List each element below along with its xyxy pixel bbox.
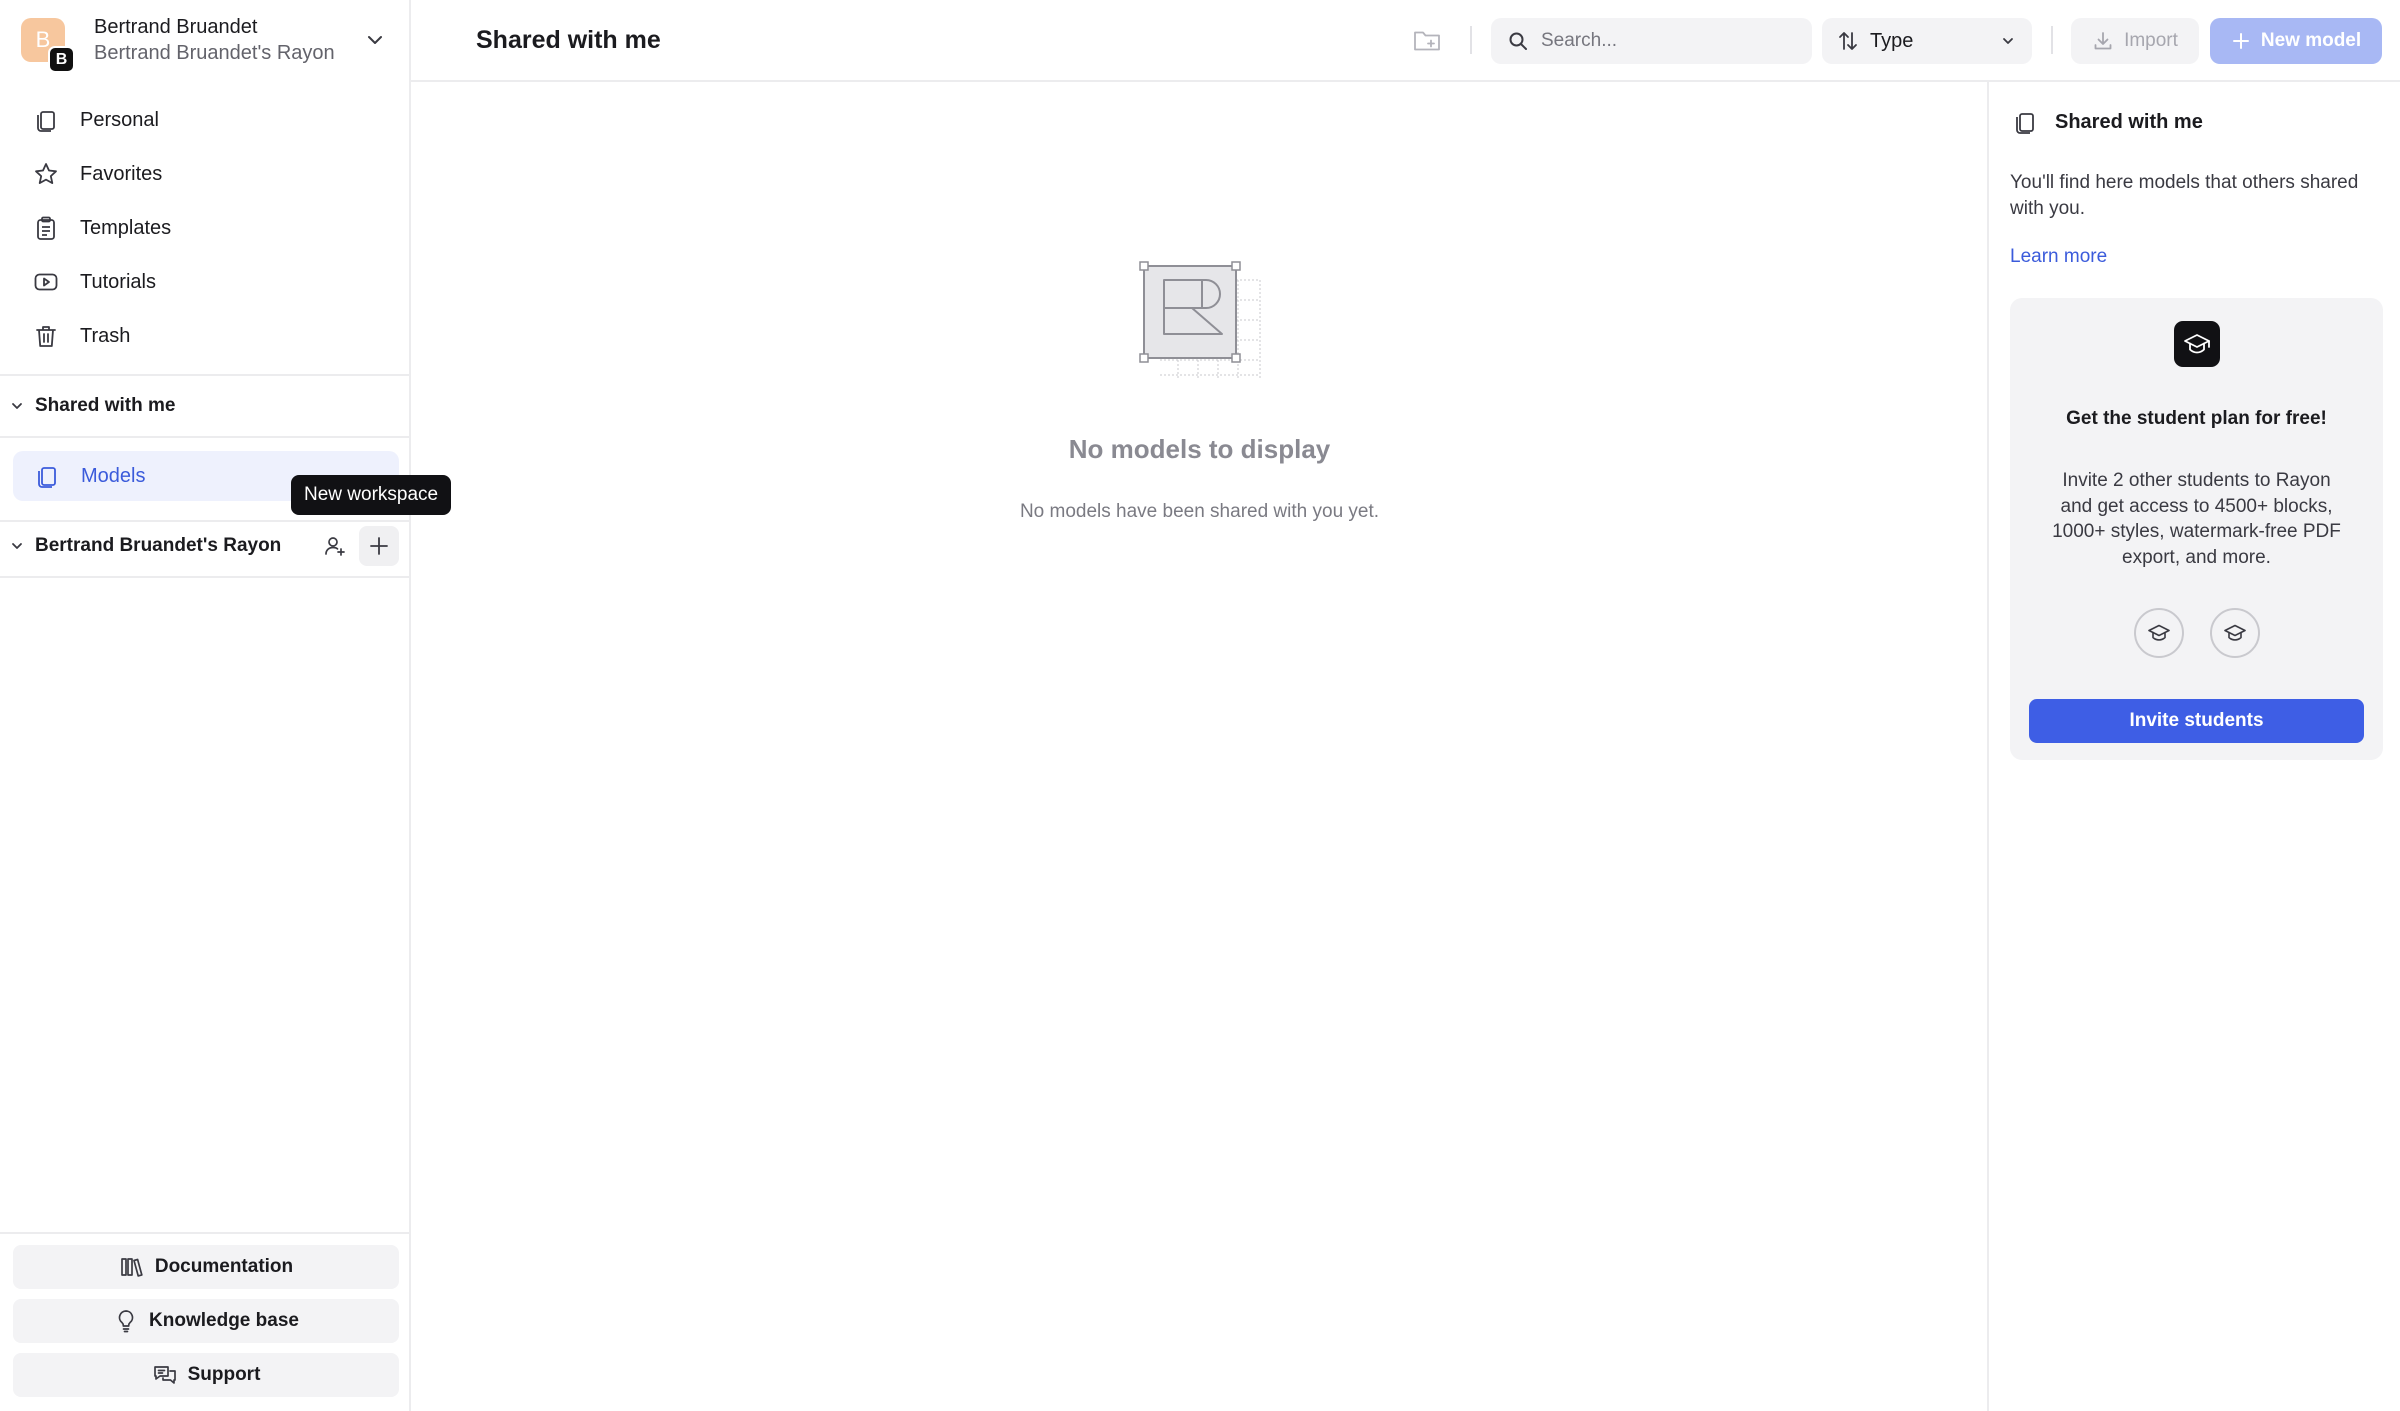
account-workspace: Bertrand Bruandet's Rayon: [94, 42, 335, 64]
workspace-section-header[interactable]: Bertrand Bruandet's Rayon: [0, 526, 409, 566]
workspace-badge: B: [48, 46, 75, 73]
sort-icon: [1839, 32, 1857, 50]
library-icon: [121, 1258, 143, 1277]
chevron-down-icon: [2003, 38, 2013, 44]
topbar: Shared with me Type Import New model: [411, 0, 2400, 82]
toolbar-separator: [2051, 26, 2053, 54]
sidebar-item-tutorials[interactable]: Tutorials: [12, 255, 398, 309]
sidebar-item-personal[interactable]: Personal: [12, 93, 398, 147]
plus-icon: [2232, 33, 2249, 49]
knowledge-base-button[interactable]: Knowledge base: [13, 1299, 399, 1343]
files-icon: [38, 467, 56, 488]
empty-models-illustration: [1139, 261, 1261, 380]
sidebar-item-label: Tutorials: [80, 270, 156, 293]
empty-state-title: No models to display: [1068, 434, 1331, 464]
student-plan-card: Get the student plan for free! Invite 2 …: [2010, 298, 2383, 760]
files-icon: [2016, 113, 2034, 134]
sidebar-item-label: Favorites: [80, 162, 163, 185]
search-icon: [1509, 32, 1527, 50]
account-switcher[interactable]: B B Bertrand Bruandet Bertrand Bruandet'…: [0, 0, 409, 80]
documentation-label: Documentation: [154, 1256, 294, 1277]
info-panel-description: You'll find here models that others shar…: [2010, 172, 2359, 219]
workspace-actions: [315, 526, 399, 566]
sidebar-item-label: Personal: [80, 108, 159, 131]
invite-slot: [2133, 608, 2184, 658]
sidebar-divider: [0, 1232, 409, 1234]
shared-section-header[interactable]: Shared with me: [0, 386, 409, 426]
sidebar-divider: [0, 436, 409, 438]
help-links: Documentation Knowledge base Support: [13, 1245, 399, 1407]
invite-students-button[interactable]: Invite students: [2029, 699, 2364, 743]
chat-icon: [153, 1366, 176, 1384]
page-title: Shared with me: [476, 26, 661, 54]
clipboard-icon: [37, 216, 55, 240]
invite-slots: [2010, 608, 2383, 658]
lightbulb-icon: [118, 1310, 134, 1333]
type-select-label: Type: [1870, 29, 1914, 52]
sidebar-item-label: Templates: [80, 216, 172, 239]
promo-text: Invite 2 other students to Rayon and get…: [2052, 470, 2341, 568]
documentation-button[interactable]: Documentation: [13, 1245, 399, 1289]
empty-state-subtitle: No models have been shared with you yet.: [1019, 501, 1380, 522]
invite-member-button[interactable]: [315, 526, 355, 566]
graduation-cap-icon: [2223, 624, 2246, 641]
info-panel-title: Shared with me: [2055, 110, 2203, 133]
graduation-cap-icon: [2174, 321, 2220, 367]
chevron-down-icon: [12, 403, 22, 409]
account-text: Bertrand Bruandet Bertrand Bruandet's Ra…: [94, 14, 335, 66]
sidebar-divider: [0, 374, 409, 376]
sidebar-divider: [0, 520, 409, 522]
search-input[interactable]: [1541, 30, 1801, 52]
search-box[interactable]: [1491, 18, 1812, 64]
promo-title: Get the student plan for free!: [2066, 408, 2327, 429]
support-label: Support: [187, 1364, 261, 1385]
main-content: No models to display No models have been…: [411, 82, 1988, 1411]
section-title: Shared with me: [35, 395, 176, 416]
invite-slot: [2209, 608, 2260, 658]
section-title: Bertrand Bruandet's Rayon: [35, 535, 282, 556]
sidebar-item-templates[interactable]: Templates: [12, 201, 398, 255]
trash-icon: [36, 326, 56, 347]
chevron-down-icon[interactable]: [363, 28, 387, 52]
import-button[interactable]: Import: [2071, 18, 2199, 64]
new-folder-icon[interactable]: [1411, 24, 1443, 56]
learn-more-link[interactable]: Learn more: [2010, 246, 2107, 268]
sidebar-item-trash[interactable]: Trash: [12, 309, 398, 363]
new-workspace-button[interactable]: [359, 526, 399, 566]
type-sort-select[interactable]: Type: [1822, 18, 2032, 64]
sidebar-divider: [0, 576, 409, 578]
support-button[interactable]: Support: [13, 1353, 399, 1397]
plus-icon: [370, 537, 388, 555]
app: B B Bertrand Bruandet Bertrand Bruandet'…: [0, 0, 2400, 1411]
sidebar-item-favorites[interactable]: Favorites: [12, 147, 398, 201]
toolbar-separator: [1470, 26, 1472, 54]
download-icon: [2094, 32, 2112, 50]
sidebar-nav: Personal Favorites Templates Tutorials T…: [12, 93, 398, 363]
info-panel-header: Shared with me: [2011, 108, 2203, 136]
new-model-label: New model: [2260, 30, 2362, 51]
files-icon: [37, 111, 55, 132]
star-icon: [35, 163, 57, 184]
add-user-icon: [325, 537, 345, 556]
sidebar-item-label: Trash: [80, 324, 131, 347]
avatar: B B: [21, 18, 75, 73]
knowledge-base-label: Knowledge base: [149, 1310, 299, 1331]
new-model-button[interactable]: New model: [2210, 18, 2382, 64]
account-name: Bertrand Bruandet: [94, 16, 258, 38]
import-label: Import: [2124, 30, 2178, 51]
graduation-cap-icon: [2147, 624, 2170, 641]
sidebar-item-label: Models: [81, 464, 146, 487]
sidebar: B B Bertrand Bruandet Bertrand Bruandet'…: [0, 0, 452, 1411]
play-icon: [34, 273, 58, 291]
new-workspace-tooltip: New workspace: [291, 475, 452, 515]
chevron-down-icon: [12, 543, 22, 549]
info-panel: Shared with me You'll find here models t…: [1987, 82, 2400, 1411]
